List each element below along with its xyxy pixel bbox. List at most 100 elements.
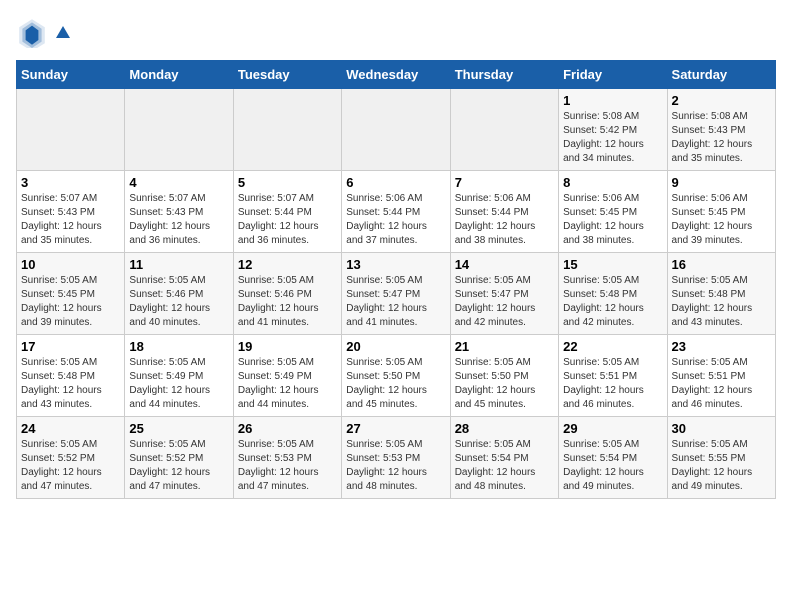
day-info: Sunrise: 5:06 AM Sunset: 5:45 PM Dayligh… — [563, 192, 662, 248]
calendar-cell: 12Sunrise: 5:05 AM Sunset: 5:46 PM Dayli… — [233, 253, 341, 335]
calendar-cell: 24 Sunrise: 5:05 AM Sunset: 5:52 PM Dayli… — [17, 417, 125, 499]
day-number: 19 — [238, 339, 337, 354]
day-info: Sunrise: 5:05 AM Sunset: 5:52 PM Dayligh… — [21, 438, 120, 494]
calendar-cell — [233, 89, 341, 171]
day-number: 6 — [346, 175, 445, 190]
calendar-body: 1 Sunrise: 5:08 AM Sunset: 5:42 PM Daylig… — [17, 89, 776, 499]
calendar-cell: 10 Sunrise: 5:05 AM Sunset: 5:45 PM Dayli… — [17, 253, 125, 335]
day-number: 15 — [563, 257, 662, 272]
day-number: 1 — [563, 93, 662, 108]
calendar-cell: 28Sunrise: 5:05 AM Sunset: 5:54 PM Dayli… — [450, 417, 558, 499]
day-number: 14 — [455, 257, 554, 272]
day-info: Sunrise: 5:05 AM Sunset: 5:50 PM Dayligh… — [346, 356, 445, 412]
day-info: Sunrise: 5:05 AM Sunset: 5:47 PM Dayligh… — [346, 274, 445, 330]
day-number: 9 — [672, 175, 771, 190]
calendar-week-row: 10 Sunrise: 5:05 AM Sunset: 5:45 PM Dayli… — [17, 253, 776, 335]
day-number: 30 — [672, 421, 771, 436]
calendar-cell: 20 Sunrise: 5:05 AM Sunset: 5:50 PM Dayli… — [342, 335, 450, 417]
day-number: 27 — [346, 421, 445, 436]
day-number: 11 — [129, 257, 228, 272]
calendar-header: SundayMondayTuesdayWednesdayThursdayFrid… — [17, 61, 776, 89]
day-number: 18 — [129, 339, 228, 354]
logo-text — [52, 22, 72, 43]
day-info: Sunrise: 5:05 AM Sunset: 5:49 PM Dayligh… — [129, 356, 228, 412]
day-number: 26 — [238, 421, 337, 436]
weekday-header-thursday: Thursday — [450, 61, 558, 89]
day-info: Sunrise: 5:05 AM Sunset: 5:48 PM Dayligh… — [672, 274, 771, 330]
day-info: Sunrise: 5:05 AM Sunset: 5:50 PM Dayligh… — [455, 356, 554, 412]
day-info: Sunrise: 5:08 AM Sunset: 5:42 PM Dayligh… — [563, 110, 662, 166]
day-number: 23 — [672, 339, 771, 354]
calendar-cell: 14 Sunrise: 5:05 AM Sunset: 5:47 PM Dayli… — [450, 253, 558, 335]
calendar-cell: 15 Sunrise: 5:05 AM Sunset: 5:48 PM Dayli… — [559, 253, 667, 335]
day-info: Sunrise: 5:05 AM Sunset: 5:45 PM Dayligh… — [21, 274, 120, 330]
day-number: 29 — [563, 421, 662, 436]
calendar-cell: 9 Sunrise: 5:06 AM Sunset: 5:45 PM Daylig… — [667, 171, 775, 253]
day-number: 10 — [21, 257, 120, 272]
day-number: 5 — [238, 175, 337, 190]
calendar-cell: 18 Sunrise: 5:05 AM Sunset: 5:49 PM Dayli… — [125, 335, 233, 417]
weekday-header-monday: Monday — [125, 61, 233, 89]
logo-icon — [16, 16, 48, 48]
day-info: Sunrise: 5:06 AM Sunset: 5:45 PM Dayligh… — [672, 192, 771, 248]
calendar-cell: 27 Sunrise: 5:05 AM Sunset: 5:53 PM Dayli… — [342, 417, 450, 499]
logo-triangle-icon — [54, 24, 72, 42]
day-number: 4 — [129, 175, 228, 190]
day-info: Sunrise: 5:05 AM Sunset: 5:49 PM Dayligh… — [238, 356, 337, 412]
day-number: 7 — [455, 175, 554, 190]
calendar-cell: 16 Sunrise: 5:05 AM Sunset: 5:48 PM Dayli… — [667, 253, 775, 335]
day-number: 21 — [455, 339, 554, 354]
weekday-header-saturday: Saturday — [667, 61, 775, 89]
day-number: 12 — [238, 257, 337, 272]
day-info: Sunrise: 5:05 AM Sunset: 5:52 PM Dayligh… — [129, 438, 228, 494]
calendar-cell: 3Sunrise: 5:07 AM Sunset: 5:43 PM Daylig… — [17, 171, 125, 253]
calendar-cell: 1 Sunrise: 5:08 AM Sunset: 5:42 PM Daylig… — [559, 89, 667, 171]
calendar-cell: 23 Sunrise: 5:05 AM Sunset: 5:51 PM Dayli… — [667, 335, 775, 417]
day-number: 2 — [672, 93, 771, 108]
day-number: 17 — [21, 339, 120, 354]
calendar-cell: 17 Sunrise: 5:05 AM Sunset: 5:48 PM Dayli… — [17, 335, 125, 417]
calendar-cell — [342, 89, 450, 171]
calendar-week-row: 1 Sunrise: 5:08 AM Sunset: 5:42 PM Daylig… — [17, 89, 776, 171]
day-info: Sunrise: 5:05 AM Sunset: 5:51 PM Dayligh… — [563, 356, 662, 412]
calendar-cell: 7Sunrise: 5:06 AM Sunset: 5:44 PM Daylig… — [450, 171, 558, 253]
weekday-header-wednesday: Wednesday — [342, 61, 450, 89]
calendar-cell: 22 Sunrise: 5:05 AM Sunset: 5:51 PM Dayli… — [559, 335, 667, 417]
calendar-cell: 29Sunrise: 5:05 AM Sunset: 5:54 PM Dayli… — [559, 417, 667, 499]
day-number: 16 — [672, 257, 771, 272]
day-info: Sunrise: 5:05 AM Sunset: 5:47 PM Dayligh… — [455, 274, 554, 330]
calendar-cell — [450, 89, 558, 171]
day-info: Sunrise: 5:05 AM Sunset: 5:55 PM Dayligh… — [672, 438, 771, 494]
calendar-cell: 4 Sunrise: 5:07 AM Sunset: 5:43 PM Daylig… — [125, 171, 233, 253]
day-info: Sunrise: 5:07 AM Sunset: 5:43 PM Dayligh… — [21, 192, 120, 248]
calendar-cell — [17, 89, 125, 171]
weekday-header-tuesday: Tuesday — [233, 61, 341, 89]
day-info: Sunrise: 5:07 AM Sunset: 5:44 PM Dayligh… — [238, 192, 337, 248]
day-info: Sunrise: 5:05 AM Sunset: 5:48 PM Dayligh… — [563, 274, 662, 330]
day-info: Sunrise: 5:05 AM Sunset: 5:48 PM Dayligh… — [21, 356, 120, 412]
calendar-cell: 26 Sunrise: 5:05 AM Sunset: 5:53 PM Dayli… — [233, 417, 341, 499]
calendar-week-row: 17 Sunrise: 5:05 AM Sunset: 5:48 PM Dayli… — [17, 335, 776, 417]
day-number: 24 — [21, 421, 120, 436]
calendar-cell: 11Sunrise: 5:05 AM Sunset: 5:46 PM Dayli… — [125, 253, 233, 335]
day-number: 22 — [563, 339, 662, 354]
day-info: Sunrise: 5:06 AM Sunset: 5:44 PM Dayligh… — [346, 192, 445, 248]
calendar-cell: 19 Sunrise: 5:05 AM Sunset: 5:49 PM Dayli… — [233, 335, 341, 417]
weekday-header-sunday: Sunday — [17, 61, 125, 89]
day-info: Sunrise: 5:05 AM Sunset: 5:53 PM Dayligh… — [346, 438, 445, 494]
calendar-cell: 2 Sunrise: 5:08 AM Sunset: 5:43 PM Daylig… — [667, 89, 775, 171]
day-info: Sunrise: 5:08 AM Sunset: 5:43 PM Dayligh… — [672, 110, 771, 166]
calendar-cell: 6 Sunrise: 5:06 AM Sunset: 5:44 PM Daylig… — [342, 171, 450, 253]
day-info: Sunrise: 5:05 AM Sunset: 5:53 PM Dayligh… — [238, 438, 337, 494]
day-info: Sunrise: 5:05 AM Sunset: 5:51 PM Dayligh… — [672, 356, 771, 412]
day-info: Sunrise: 5:07 AM Sunset: 5:43 PM Dayligh… — [129, 192, 228, 248]
logo — [16, 16, 72, 48]
day-number: 25 — [129, 421, 228, 436]
calendar-cell: 8Sunrise: 5:06 AM Sunset: 5:45 PM Daylig… — [559, 171, 667, 253]
day-number: 20 — [346, 339, 445, 354]
day-info: Sunrise: 5:05 AM Sunset: 5:54 PM Dayligh… — [455, 438, 554, 494]
calendar-cell — [125, 89, 233, 171]
calendar-table: SundayMondayTuesdayWednesdayThursdayFrid… — [16, 60, 776, 499]
day-number: 13 — [346, 257, 445, 272]
calendar-week-row: 24 Sunrise: 5:05 AM Sunset: 5:52 PM Dayli… — [17, 417, 776, 499]
